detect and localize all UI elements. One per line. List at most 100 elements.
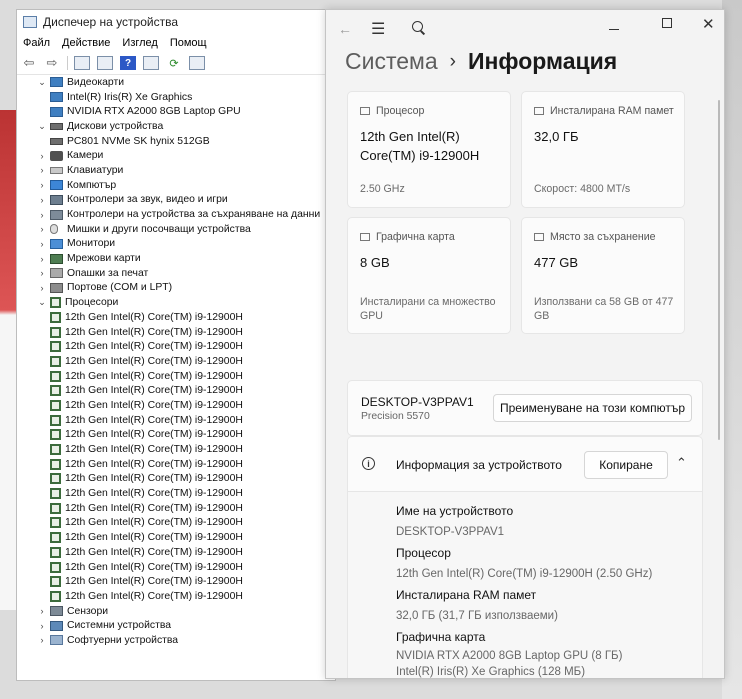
tree-category[interactable]: › Компютър: [17, 178, 335, 193]
tree-item-label: 12th Gen Intel(R) Core(TM) i9-12900H: [65, 488, 243, 500]
back-arrow-icon[interactable]: ⇦: [21, 55, 37, 70]
hamburger-menu-icon[interactable]: ☰: [371, 19, 385, 39]
chevron-right-icon[interactable]: ›: [37, 621, 47, 631]
storage-card-label-row: Място за съхранение: [534, 231, 656, 243]
chevron-right-icon[interactable]: ›: [37, 268, 47, 278]
close-icon[interactable]: ✕: [702, 15, 715, 33]
tree-device[interactable]: 12th Gen Intel(R) Core(TM) i9-12900H: [17, 413, 335, 428]
search-icon[interactable]: [412, 21, 423, 32]
tree-device[interactable]: 12th Gen Intel(R) Core(TM) i9-12900H: [17, 530, 335, 545]
device-specs-header[interactable]: i Информация за устройството Копиране ⌃: [348, 437, 702, 492]
tree-category[interactable]: › Портове (COM и LPT): [17, 281, 335, 296]
chevron-right-icon[interactable]: ›: [37, 606, 47, 616]
tree-category[interactable]: › Системни устройства: [17, 618, 335, 633]
tree-device[interactable]: 12th Gen Intel(R) Core(TM) i9-12900H: [17, 428, 335, 443]
help-icon[interactable]: ?: [120, 56, 136, 70]
chevron-right-icon[interactable]: ›: [37, 180, 47, 190]
memory-icon: [534, 107, 544, 115]
chevron-right-icon[interactable]: ›: [37, 195, 47, 205]
tree-category[interactable]: › Мишки и други посочващи устройства: [17, 222, 335, 237]
tree-category[interactable]: ⌄ Видеокарти: [17, 75, 335, 90]
tree-device[interactable]: 12th Gen Intel(R) Core(TM) i9-12900H: [17, 339, 335, 354]
chevron-right-icon[interactable]: ›: [37, 165, 47, 175]
menu-help[interactable]: Помощ: [170, 37, 207, 49]
copy-button[interactable]: Копиране: [584, 451, 668, 479]
chevron-down-icon[interactable]: ⌄: [37, 121, 47, 132]
tree-category[interactable]: › Мрежови карти: [17, 251, 335, 266]
action-pane-icon[interactable]: [143, 56, 159, 70]
processor-icon: [50, 355, 61, 367]
breadcrumb-chevron-icon: ›: [449, 50, 456, 72]
ram-card-label: Инсталирана RAM памет: [550, 105, 674, 117]
tree-category[interactable]: ⌄ Дискови устройства: [17, 119, 335, 134]
tree-device[interactable]: 12th Gen Intel(R) Core(TM) i9-12900H: [17, 516, 335, 531]
tree-device[interactable]: 12th Gen Intel(R) Core(TM) i9-12900H: [17, 369, 335, 384]
tree-item-label: Софтуерни устройства: [67, 634, 179, 646]
cpu-card: Процесор 12th Gen Intel(R) Core(TM) i9-1…: [347, 91, 511, 208]
processor-icon: [50, 326, 61, 338]
tree-device[interactable]: 12th Gen Intel(R) Core(TM) i9-12900H: [17, 442, 335, 457]
tree-category[interactable]: › Камери: [17, 148, 335, 163]
chevron-right-icon[interactable]: ›: [37, 283, 47, 293]
tree-device[interactable]: 12th Gen Intel(R) Core(TM) i9-12900H: [17, 457, 335, 472]
tree-device[interactable]: 12th Gen Intel(R) Core(TM) i9-12900H: [17, 589, 335, 604]
maximize-icon[interactable]: [662, 18, 672, 28]
gpu-card-value: 8 GB: [360, 255, 390, 270]
device-manager-toolbar: ⇦ ⇨ ? ⟳: [17, 52, 335, 75]
display-adapter-icon: [50, 92, 63, 103]
tree-category[interactable]: › Сензори: [17, 604, 335, 619]
tree-device[interactable]: 12th Gen Intel(R) Core(TM) i9-12900H: [17, 501, 335, 516]
processor-icon: [50, 429, 61, 441]
chevron-right-icon[interactable]: ›: [37, 254, 47, 264]
chevron-right-icon[interactable]: ›: [37, 239, 47, 249]
tree-device[interactable]: 12th Gen Intel(R) Core(TM) i9-12900H: [17, 398, 335, 413]
back-arrow-icon[interactable]: ←: [338, 21, 352, 37]
menu-file[interactable]: Файл: [23, 37, 50, 49]
tree-category[interactable]: › Контролери за звук, видео и игри: [17, 193, 335, 208]
device-manager-title: Диспечер на устройства: [43, 15, 178, 29]
menu-action[interactable]: Действие: [62, 37, 110, 49]
monitor-scan-icon[interactable]: [189, 56, 205, 70]
scrollbar[interactable]: [718, 100, 720, 440]
chevron-right-icon[interactable]: ›: [37, 210, 47, 220]
tree-device[interactable]: 12th Gen Intel(R) Core(TM) i9-12900H: [17, 545, 335, 560]
tree-device[interactable]: 12th Gen Intel(R) Core(TM) i9-12900H: [17, 574, 335, 589]
menu-view[interactable]: Изглед: [122, 37, 157, 49]
rename-pc-button[interactable]: Преименуване на този компютър: [493, 394, 692, 422]
tree-device[interactable]: 12th Gen Intel(R) Core(TM) i9-12900H: [17, 383, 335, 398]
tree-category[interactable]: › Монитори: [17, 237, 335, 252]
breadcrumb-parent[interactable]: Система: [345, 48, 438, 75]
tree-item-label: Контролери на устройства за съхраняване …: [67, 209, 321, 221]
desktop-background-right: [722, 0, 742, 699]
tree-device[interactable]: 12th Gen Intel(R) Core(TM) i9-12900H: [17, 354, 335, 369]
tree-device[interactable]: 12th Gen Intel(R) Core(TM) i9-12900H: [17, 472, 335, 487]
tree-item-label: 12th Gen Intel(R) Core(TM) i9-12900H: [65, 429, 243, 441]
properties-icon[interactable]: [97, 56, 113, 70]
tree-device[interactable]: 12th Gen Intel(R) Core(TM) i9-12900H: [17, 560, 335, 575]
scan-hardware-icon[interactable]: ⟳: [166, 56, 182, 70]
chevron-right-icon[interactable]: ›: [37, 151, 47, 161]
device-manager-titlebar: Диспечер на устройства: [17, 10, 335, 34]
forward-arrow-icon[interactable]: ⇨: [44, 55, 60, 70]
processor-icon: [50, 532, 61, 544]
minimize-icon[interactable]: [609, 29, 619, 30]
chevron-down-icon[interactable]: ⌄: [37, 77, 47, 88]
show-hide-console-tree-icon[interactable]: [74, 56, 90, 70]
tree-device[interactable]: 12th Gen Intel(R) Core(TM) i9-12900H: [17, 325, 335, 340]
tree-device[interactable]: Intel(R) Iris(R) Xe Graphics: [17, 90, 335, 105]
tree-item-label: Мишки и други посочващи устройства: [67, 223, 251, 235]
processor-icon: [50, 399, 61, 411]
tree-device[interactable]: 12th Gen Intel(R) Core(TM) i9-12900H: [17, 310, 335, 325]
tree-category[interactable]: › Софтуерни устройства: [17, 633, 335, 648]
chevron-right-icon[interactable]: ›: [37, 635, 47, 645]
tree-category[interactable]: › Контролери на устройства за съхраняване…: [17, 207, 335, 222]
chevron-down-icon[interactable]: ⌄: [37, 297, 47, 308]
chevron-up-icon[interactable]: ⌃: [676, 455, 687, 471]
tree-category[interactable]: › Опашки за печат: [17, 266, 335, 281]
tree-category[interactable]: › Клавиатури: [17, 163, 335, 178]
tree-device[interactable]: PC801 NVMe SK hynix 512GB: [17, 134, 335, 149]
chevron-right-icon[interactable]: ›: [37, 224, 47, 234]
tree-device[interactable]: NVIDIA RTX A2000 8GB Laptop GPU: [17, 104, 335, 119]
tree-device[interactable]: 12th Gen Intel(R) Core(TM) i9-12900H: [17, 486, 335, 501]
tree-category[interactable]: ⌄ Процесори: [17, 295, 335, 310]
